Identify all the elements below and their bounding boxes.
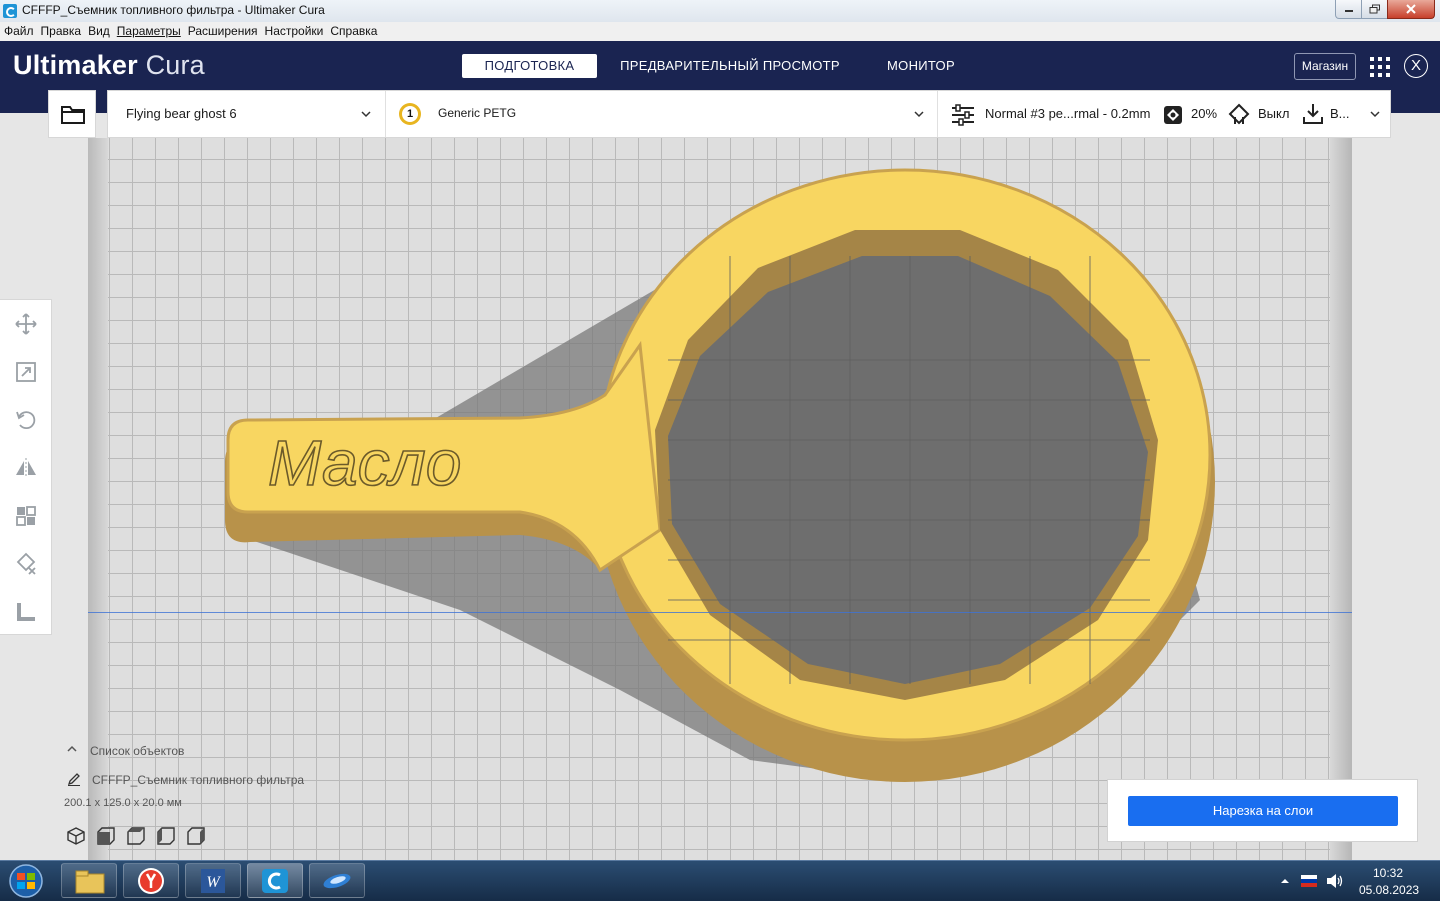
build-plate-edge-right bbox=[1330, 138, 1352, 860]
svg-text:W: W bbox=[206, 874, 221, 891]
marketplace-button[interactable]: Магазин bbox=[1294, 53, 1356, 80]
printer-selector[interactable]: Flying bear ghost 6 bbox=[126, 106, 237, 121]
extruder-icon: 1 bbox=[399, 103, 421, 125]
slice-panel: Нарезка на слои bbox=[1107, 779, 1418, 842]
cura-icon bbox=[262, 869, 288, 893]
close-icon bbox=[1406, 4, 1416, 14]
minimize-icon bbox=[1344, 10, 1353, 12]
model-render[interactable]: Масло bbox=[88, 138, 1352, 860]
taskbar-word[interactable]: W bbox=[185, 863, 241, 898]
folder-icon bbox=[75, 870, 105, 894]
menu-bar: Файл Правка Вид Параметры Расширения Настройк… bbox=[0, 22, 1440, 41]
mirror-icon[interactable] bbox=[14, 456, 38, 480]
right-view-icon[interactable] bbox=[186, 826, 206, 846]
print-setup-bar: Flying bear ghost 6 1 Generic PETG Norma… bbox=[107, 90, 1391, 138]
menu-file[interactable]: Файл bbox=[0, 22, 37, 38]
settings-sliders-icon[interactable] bbox=[951, 104, 975, 126]
move-icon[interactable] bbox=[14, 312, 38, 336]
account-icon[interactable]: X bbox=[1404, 54, 1428, 78]
word-icon: W bbox=[201, 869, 225, 893]
chevron-down-icon[interactable] bbox=[914, 109, 924, 119]
adhesion-value[interactable]: В... bbox=[1330, 106, 1350, 121]
3d-viewport[interactable]: Масло bbox=[88, 138, 1352, 860]
tab-prepare[interactable]: ПОДГОТОВКА bbox=[462, 54, 597, 78]
profile-selector[interactable]: Normal #3 pe...rmal - 0.2mm bbox=[985, 106, 1150, 121]
menu-edit[interactable]: Правка bbox=[37, 22, 85, 38]
chevron-down-icon[interactable] bbox=[1370, 109, 1380, 119]
infill-icon bbox=[1164, 106, 1182, 124]
chevron-up-icon[interactable] bbox=[67, 745, 77, 753]
tray-expand-icon[interactable] bbox=[1280, 877, 1290, 885]
open-file-button[interactable] bbox=[48, 90, 96, 138]
taskbar-app[interactable] bbox=[309, 863, 365, 898]
left-view-icon[interactable] bbox=[156, 826, 176, 846]
taskbar-yandex-browser[interactable] bbox=[123, 863, 179, 898]
tab-monitor[interactable]: МОНИТОР bbox=[878, 54, 964, 78]
clock-date[interactable]: 05.08.2023 bbox=[1359, 883, 1419, 897]
cura-app-icon bbox=[3, 4, 17, 18]
top-view-icon[interactable] bbox=[126, 826, 146, 846]
restore-icon bbox=[1369, 4, 1380, 14]
support-blocker-icon[interactable] bbox=[14, 552, 38, 576]
rotate-icon[interactable] bbox=[14, 408, 38, 432]
object-dimensions: 200.1 x 125.0 x 20.0 мм bbox=[64, 797, 182, 809]
tab-preview[interactable]: ПРЕДВАРИТЕЛЬНЫЙ ПРОСМОТР bbox=[617, 54, 843, 78]
pencil-icon[interactable] bbox=[67, 772, 81, 786]
model-label-text: Масло bbox=[268, 427, 461, 499]
window-title: CFFFP_Съемник топливного фильтра - Ultim… bbox=[22, 3, 325, 17]
object-name[interactable]: CFFFP_Съемник топливного фильтра bbox=[92, 773, 304, 787]
start-button[interactable] bbox=[4, 862, 48, 900]
language-flag-icon[interactable] bbox=[1301, 875, 1317, 887]
plate-boundary-line bbox=[88, 612, 1352, 613]
scale-icon[interactable] bbox=[14, 360, 38, 384]
per-model-settings-icon[interactable] bbox=[14, 504, 38, 528]
chevron-down-icon[interactable] bbox=[361, 109, 371, 119]
support-icon bbox=[1228, 103, 1250, 125]
window-title-bar: CFFFP_Съемник топливного фильтра - Ultim… bbox=[0, 0, 1440, 23]
support-value[interactable]: Выкл bbox=[1258, 106, 1289, 121]
app-icon bbox=[323, 873, 351, 889]
taskbar-cura[interactable] bbox=[247, 863, 303, 898]
menu-help[interactable]: Справка bbox=[326, 22, 380, 38]
menu-parameters[interactable]: Параметры bbox=[113, 22, 184, 38]
transform-tools-panel bbox=[0, 299, 52, 635]
maximize-button[interactable] bbox=[1361, 0, 1388, 19]
taskbar-explorer[interactable] bbox=[61, 863, 117, 898]
window-close-button[interactable] bbox=[1387, 0, 1435, 19]
clock-time[interactable]: 10:32 bbox=[1373, 866, 1403, 880]
front-view-icon[interactable] bbox=[96, 826, 116, 846]
slice-button[interactable]: Нарезка на слои bbox=[1128, 796, 1398, 826]
lay-flat-icon[interactable] bbox=[14, 600, 38, 624]
menu-settings[interactable]: Настройки bbox=[261, 22, 327, 38]
windows-taskbar: W 10:32 05.08.2023 bbox=[0, 860, 1440, 901]
folder-icon bbox=[61, 106, 85, 124]
material-selector[interactable]: Generic PETG bbox=[438, 106, 516, 120]
app-logo: Ultimaker Cura bbox=[13, 50, 205, 80]
object-list-header[interactable]: Список объектов bbox=[90, 744, 184, 758]
apps-grid-icon[interactable] bbox=[1370, 57, 1390, 77]
3d-view-icon[interactable] bbox=[66, 826, 86, 846]
volume-icon[interactable] bbox=[1326, 873, 1344, 889]
infill-value[interactable]: 20% bbox=[1191, 106, 1217, 121]
menu-view[interactable]: Вид bbox=[84, 22, 113, 38]
adhesion-icon bbox=[1303, 104, 1323, 124]
yandex-browser-icon bbox=[138, 868, 164, 894]
minimize-button[interactable] bbox=[1335, 0, 1362, 19]
menu-extensions[interactable]: Расширения bbox=[184, 22, 261, 38]
